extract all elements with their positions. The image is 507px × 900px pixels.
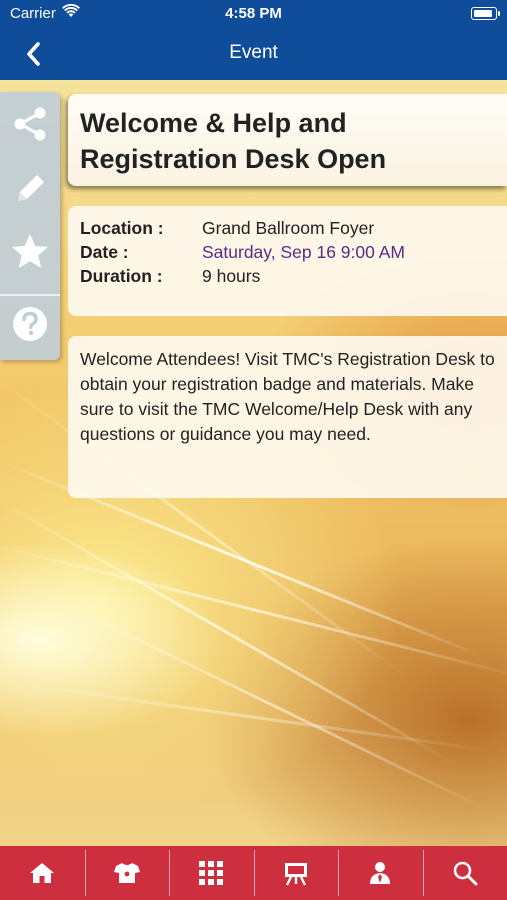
favorite-button[interactable] (0, 220, 60, 284)
date-value[interactable]: Saturday, Sep 16 9:00 AM (202, 241, 405, 263)
question-icon (13, 307, 47, 341)
duration-label: Duration : (80, 266, 163, 286)
share-icon (14, 107, 46, 141)
bottom-tab-bar (0, 846, 507, 900)
tab-search[interactable] (422, 846, 507, 900)
easel-icon (284, 863, 307, 886)
tab-grid[interactable] (169, 846, 254, 900)
event-title: Welcome & Help and Registration Desk Ope… (80, 108, 387, 174)
location-label: Location : (80, 218, 164, 238)
edit-button[interactable] (0, 156, 60, 220)
help-button[interactable] (0, 292, 60, 356)
event-info-card: Location : Grand Ballroom Foyer Date : S… (68, 206, 507, 316)
clock: 4:58 PM (225, 5, 282, 22)
status-bar: Carrier 4:58 PM (0, 0, 507, 28)
nav-bar: Event (0, 28, 507, 80)
battery-icon (471, 7, 500, 20)
star-icon (12, 234, 48, 268)
location-value: Grand Ballroom Foyer (202, 218, 375, 238)
pencil-icon (18, 175, 44, 201)
shirt-icon (113, 863, 140, 883)
page-title: Event (229, 42, 278, 63)
tab-exhibitors[interactable] (84, 846, 170, 900)
duration-value: 9 hours (202, 266, 261, 286)
side-action-panel (0, 92, 60, 360)
tab-attendees[interactable] (338, 846, 423, 900)
share-button[interactable] (0, 92, 60, 156)
search-icon (453, 861, 478, 886)
tab-presentations[interactable] (253, 846, 339, 900)
person-icon (370, 862, 391, 884)
event-title-card: Welcome & Help and Registration Desk Ope… (68, 94, 507, 186)
event-description: Welcome Attendees! Visit TMC's Registrat… (80, 349, 495, 444)
event-description-card: Welcome Attendees! Visit TMC's Registrat… (68, 336, 507, 498)
home-icon (30, 863, 55, 883)
grid-icon (199, 861, 224, 885)
tab-home[interactable] (0, 846, 85, 900)
date-label: Date : (80, 242, 129, 262)
